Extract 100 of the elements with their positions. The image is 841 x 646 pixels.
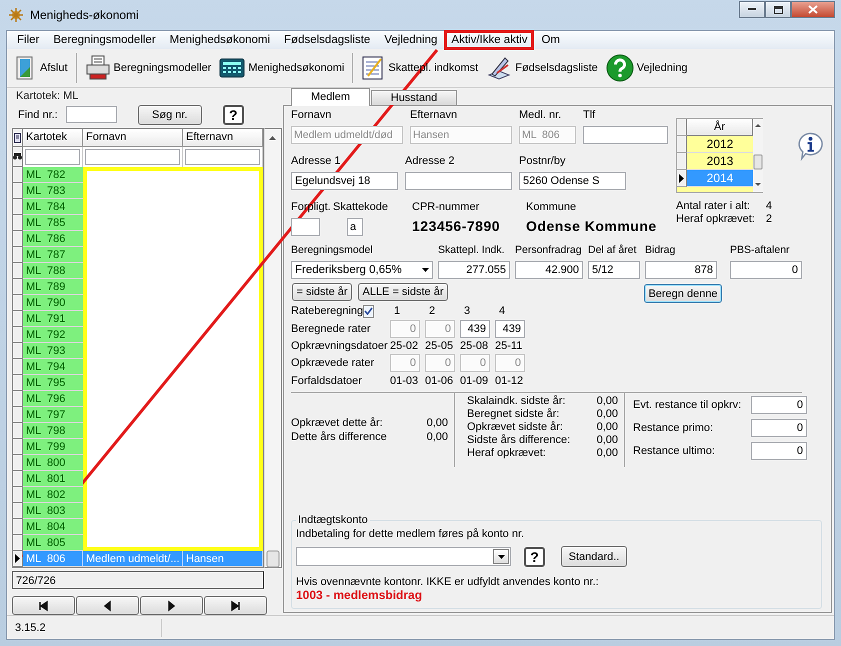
- text-field[interactable]: [405, 172, 512, 190]
- summary-label: Heraf opkrævet:: [467, 447, 547, 460]
- table-cell[interactable]: ML 804: [23, 519, 83, 535]
- number-field[interactable]: 0: [751, 418, 807, 436]
- close-button[interactable]: [791, 1, 835, 18]
- minimize-button[interactable]: [739, 1, 765, 18]
- group-title: Kartotek: ML: [15, 89, 80, 104]
- menu-item[interactable]: Menighedsøkonomi: [162, 30, 278, 50]
- filter-field[interactable]: [25, 149, 80, 165]
- skip-start-icon: [37, 600, 50, 612]
- toolbar-button[interactable]: Afslut: [11, 51, 72, 85]
- table-cell[interactable]: ML 788: [23, 263, 83, 279]
- menu-item[interactable]: Fødselsdagsliste: [277, 30, 378, 50]
- dropdown-field[interactable]: Frederiksberg 0,65%: [291, 261, 433, 279]
- number-field[interactable]: 277.055: [438, 261, 510, 279]
- text-field[interactable]: a: [347, 218, 363, 236]
- up-arrow-icon[interactable]: [269, 136, 276, 140]
- number-field[interactable]: 0: [730, 261, 802, 279]
- text-field[interactable]: [583, 126, 668, 144]
- maximize-button[interactable]: [765, 1, 791, 18]
- table-cell[interactable]: ML 792: [23, 327, 83, 343]
- table-cell[interactable]: ML 789: [23, 279, 83, 295]
- scrollbar-thumb[interactable]: [266, 550, 280, 568]
- table-cell[interactable]: ML 793: [23, 343, 83, 359]
- menu-item[interactable]: Beregningsmodeller: [46, 30, 163, 50]
- table-cell[interactable]: ML 787: [23, 247, 83, 263]
- navigation-button[interactable]: [204, 596, 267, 615]
- table-cell[interactable]: ML 797: [23, 407, 83, 423]
- toolbar-button[interactable]: Fødselsdagsliste: [482, 51, 602, 85]
- table-cell[interactable]: ML 785: [23, 215, 83, 231]
- number-field[interactable]: 439: [495, 320, 525, 338]
- scrollbar[interactable]: [753, 119, 763, 192]
- number-field[interactable]: 42.900: [515, 261, 583, 279]
- navigation-button[interactable]: [76, 596, 139, 615]
- checkbox[interactable]: [363, 304, 374, 318]
- table-cell[interactable]: ML 799: [23, 439, 83, 455]
- column-header[interactable]: Efternavn: [183, 129, 263, 147]
- menu-item[interactable]: Vejledning: [377, 30, 444, 50]
- calculate-button[interactable]: Beregn denne: [644, 284, 722, 303]
- table-cell[interactable]: ML 803: [23, 503, 83, 519]
- tab[interactable]: Husstand: [371, 90, 457, 105]
- table-cell[interactable]: 2012: [687, 136, 753, 153]
- table-cell[interactable]: ML 802: [23, 487, 83, 503]
- field-label: Bidrag: [645, 244, 676, 257]
- table-cell[interactable]: ML 783: [23, 183, 83, 199]
- scrollbar[interactable]: [264, 128, 282, 568]
- table-cell[interactable]: ML 790: [23, 295, 83, 311]
- field-label: CPR-nummer: [412, 201, 480, 214]
- copy-button[interactable]: ALLE = sidste år: [358, 283, 448, 301]
- dropdown-button[interactable]: [493, 549, 509, 564]
- table-cell[interactable]: ML 800: [23, 455, 83, 471]
- column-header[interactable]: Kartotek: [23, 129, 83, 147]
- tab[interactable]: Medlem: [291, 88, 370, 106]
- help-button[interactable]: ?: [222, 104, 244, 124]
- info-icon[interactable]: [797, 131, 824, 161]
- text-field[interactable]: 5/12: [588, 261, 640, 279]
- number-field[interactable]: 0: [751, 396, 807, 414]
- copy-button[interactable]: = sidste år: [292, 283, 352, 301]
- search-button[interactable]: Søg nr.: [138, 104, 202, 124]
- table-cell[interactable]: ML 801: [23, 471, 83, 487]
- text-field[interactable]: 5260 Odense S: [519, 172, 626, 190]
- pencil-icon: [486, 55, 512, 81]
- filter-field[interactable]: [85, 149, 180, 165]
- table-cell[interactable]: ML 805: [23, 535, 83, 551]
- text-field[interactable]: Egelundsvej 18: [291, 172, 398, 190]
- column-header[interactable]: År: [687, 119, 753, 136]
- dropdown-field[interactable]: [296, 547, 511, 566]
- down-arrow-icon[interactable]: [755, 183, 761, 186]
- up-arrow-icon[interactable]: [755, 124, 761, 127]
- menu-item[interactable]: Filer: [10, 30, 46, 50]
- table-cell[interactable]: ML 795: [23, 375, 83, 391]
- table-cell[interactable]: ML 791: [23, 311, 83, 327]
- filter-field[interactable]: [185, 149, 260, 165]
- menu-item[interactable]: Om: [534, 30, 567, 50]
- table-cell[interactable]: ML 794: [23, 359, 83, 375]
- row-label: Beregnede rater: [291, 322, 372, 334]
- standard-button[interactable]: Standard..: [561, 546, 627, 567]
- table-cell[interactable]: ML 798: [23, 423, 83, 439]
- text-field[interactable]: [291, 218, 320, 236]
- number-field[interactable]: 0: [751, 442, 807, 460]
- help-button[interactable]: ?: [524, 546, 545, 566]
- date-label: 01-06: [425, 374, 454, 386]
- navigation-button[interactable]: [12, 596, 75, 615]
- find-field[interactable]: [66, 106, 117, 123]
- field-label: Tlf: [583, 109, 596, 122]
- table-cell[interactable]: ML 784: [23, 199, 83, 215]
- table-cell[interactable]: ML 796: [23, 391, 83, 407]
- table-cell[interactable]: ML 782: [23, 167, 83, 183]
- column-header[interactable]: Fornavn: [83, 129, 183, 147]
- navigation-button[interactable]: [140, 596, 203, 615]
- summary-label: Sidste års difference:: [467, 434, 572, 447]
- number-field[interactable]: 439: [460, 320, 490, 338]
- table-cell[interactable]: ML 786: [23, 231, 83, 247]
- window-title: Menigheds-økonomi: [30, 8, 139, 22]
- number-field[interactable]: 878: [645, 261, 717, 279]
- toolbar-button[interactable]: Beregningsmodeller: [80, 51, 216, 85]
- menu-item[interactable]: Aktiv/Ikke aktiv: [444, 30, 534, 50]
- scrollbar-thumb[interactable]: [754, 154, 762, 170]
- toolbar-button[interactable]: Menighedsøkonomi: [215, 51, 348, 85]
- toolbar-button[interactable]: Vejledning: [602, 51, 692, 85]
